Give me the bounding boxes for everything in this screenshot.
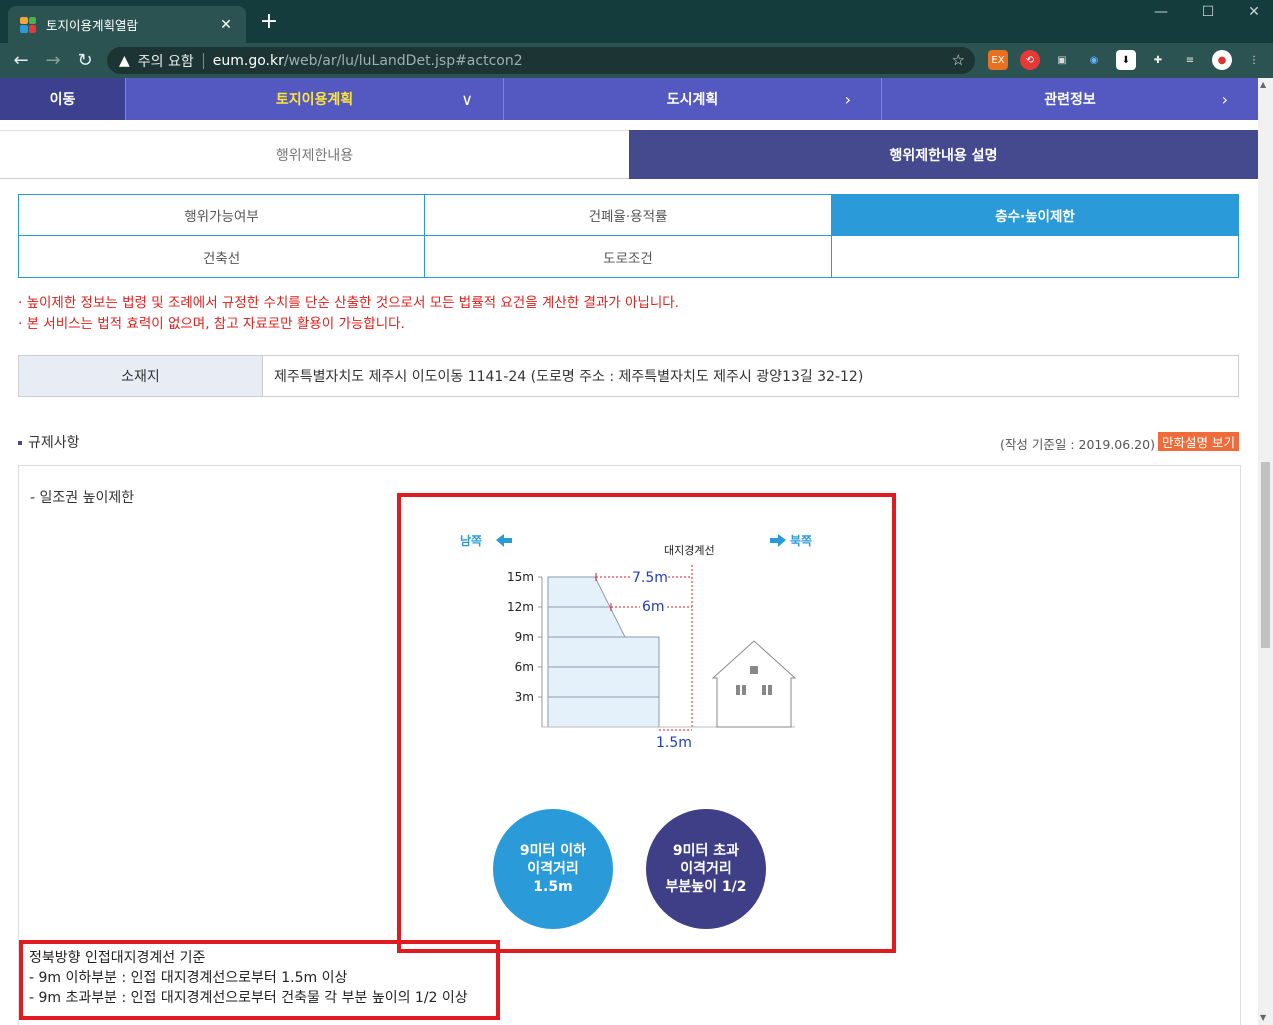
nav-urban-plan[interactable]: 도시계획 › [503,78,881,120]
extensions-puzzle-icon[interactable]: ✚ [1148,50,1168,70]
notice-line: · 본 서비스는 법적 효력이 없으며, 참고 자료로만 활용이 가능합니다. [18,316,405,332]
criteria-highlight-box [19,940,500,1020]
maximize-button[interactable]: ☐ [1185,4,1231,20]
nav-land-use-plan-label: 토지이용계획 [275,92,354,108]
nav-related-info[interactable]: 관련정보 › [881,78,1258,120]
browser-menu-icon[interactable]: ⋮ [1244,50,1264,70]
subtab-permissibility[interactable]: 행위가능여부 [19,195,425,236]
media-list-icon[interactable]: ≡ [1180,50,1200,70]
nav-related-info-label: 관련정보 [1044,92,1096,108]
sync-extension-icon[interactable]: ⟲ [1020,50,1040,70]
back-button[interactable]: ← [5,50,37,71]
chevron-right-icon: › [844,89,851,109]
address-bar[interactable]: ▲ 주의 요함 eum.go.kr /web/ar/lu/luLandDet.j… [107,47,975,74]
reload-button[interactable]: ↻ [69,50,101,71]
section-title-text: 규제사항 [28,435,80,451]
subtab-building-line[interactable]: 건축선 [19,236,425,277]
scrollbar-thumb[interactable] [1261,462,1270,648]
tab-title: 토지이용계획열람 [46,18,139,33]
main-tabs: 행위제한내용 행위제한내용 설명 [0,130,1258,179]
nav-move-button[interactable]: 이동 [0,78,125,120]
warning-icon[interactable]: ▲ [119,53,130,69]
tab-close-icon[interactable]: ✕ [218,17,234,33]
browser-tabstrip: 토지이용계획열람 ✕ + — ☐ ✕ [0,0,1273,43]
ex-extension-icon[interactable]: EX [988,50,1008,70]
location-row: 소재지 제주특별자치도 제주시 이도이동 1141-24 (도로명 주소 : 제… [18,355,1239,397]
chevron-down-icon: ∨ [461,89,473,109]
profile-avatar[interactable]: ● [1212,50,1232,70]
subtab-road-condition[interactable]: 도로조건 [425,236,832,277]
minimize-button[interactable]: — [1138,4,1184,20]
window-close-button[interactable]: ✕ [1231,4,1273,20]
subtab-coverage-ratio[interactable]: 건폐율·용적률 [425,195,832,236]
location-label: 소재지 [19,356,263,396]
tab-action-restrictions[interactable]: 행위제한내용 [0,130,629,179]
subtab-height-limit[interactable]: 층수·높이제한 [832,195,1238,236]
height-limit-subheading: - 일조권 높이제한 [30,490,135,506]
site-nav: 이동 토지이용계획 ∨ 도시계획 › 관련정보 › [0,78,1258,120]
search-extension-icon[interactable]: ◉ [1084,50,1104,70]
scroll-down-arrow-icon[interactable]: ▼ [1260,1013,1266,1022]
bullet-icon [18,441,22,445]
base-date: (작성 기준일 : 2019.06.20) [1000,437,1155,452]
scroll-up-arrow-icon[interactable]: ▲ [1260,80,1266,89]
download-extension-icon[interactable]: ⬇ [1116,50,1136,70]
notice-text: · 높이제한 정보는 법령 및 조례에서 규정한 수치를 단순 산출한 것으로서… [18,293,679,335]
url-path[interactable]: /web/ar/lu/luLandDet.jsp#actcon2 [284,53,523,69]
diagram-highlight-box [397,493,896,953]
cartoon-explanation-button[interactable]: 만화설명 보기 [1158,432,1239,451]
new-tab-button[interactable]: + [258,11,280,33]
browser-tab[interactable]: 토지이용계획열람 ✕ [8,6,246,43]
tab-action-restrictions-description[interactable]: 행위제한내용 설명 [629,130,1258,179]
section-title: 규제사항 [18,432,80,452]
browser-toolbar: ← → ↻ ▲ 주의 요함 eum.go.kr /web/ar/lu/luLan… [0,43,1273,78]
sub-tabs: 행위가능여부 건폐율·용적률 층수·높이제한 건축선 도로조건 [18,194,1239,278]
nav-land-use-plan[interactable]: 토지이용계획 ∨ [125,78,503,120]
capture-extension-icon[interactable]: ▣ [1052,50,1072,70]
notice-line: · 높이제한 정보는 법령 및 조례에서 규정한 수치를 단순 산출한 것으로서… [18,295,679,311]
bookmark-star-icon[interactable]: ☆ [952,51,965,69]
subtab-empty [832,236,1238,277]
forward-button[interactable]: → [37,50,69,71]
security-label[interactable]: 주의 요함 [138,51,194,71]
chevron-right-icon: › [1221,89,1228,109]
site-favicon-icon [20,16,36,33]
url-host[interactable]: eum.go.kr [213,53,284,69]
omnibox-separator [202,52,204,69]
nav-urban-plan-label: 도시계획 [666,92,719,108]
location-value: 제주특별자치도 제주시 이도이동 1141-24 (도로명 주소 : 제주특별자… [274,369,864,385]
